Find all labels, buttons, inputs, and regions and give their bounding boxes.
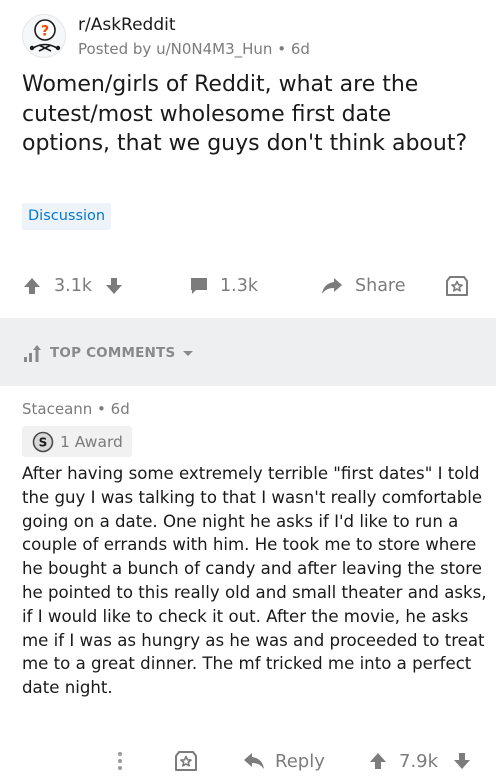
post-header: ? r/AskReddit Posted by u/N0N4M3_Hun • 6…	[22, 14, 482, 60]
sort-label: TOP COMMENTS	[50, 345, 176, 361]
svg-text:?: ?	[41, 24, 49, 40]
comment-upvote-button[interactable]	[368, 744, 388, 778]
sort-bars-icon	[24, 345, 41, 362]
comments-sort-bar: TOP COMMENTS	[0, 318, 496, 386]
post-flair[interactable]: Discussion	[22, 203, 112, 230]
reply-label[interactable]: Reply	[275, 744, 325, 778]
award-star-icon	[446, 276, 468, 296]
comment-action-bar: Reply 7.9k	[0, 744, 496, 778]
comment-author-meta[interactable]: Staceann • 6d	[22, 400, 130, 418]
award-button[interactable]	[445, 268, 469, 304]
upvote-count: 3.1k	[54, 276, 92, 296]
chevron-down-icon	[183, 351, 194, 356]
sort-dropdown[interactable]: TOP COMMENTS	[22, 342, 195, 364]
reply-arrow-icon	[244, 753, 264, 769]
comment-body: After having some extremely terrible "fi…	[22, 464, 487, 698]
comment-award-button[interactable]	[174, 744, 198, 778]
comment-count[interactable]: 1.3k	[220, 268, 258, 304]
post-action-bar: 3.1k 1.3k Share	[0, 268, 496, 304]
share-label[interactable]: Share	[355, 268, 406, 304]
more-options-button[interactable]	[114, 744, 126, 778]
subreddit-avatar-icon[interactable]: ?	[22, 14, 66, 58]
comment-bubble-icon	[191, 278, 207, 294]
comments-button[interactable]	[188, 268, 210, 304]
more-options-icon	[118, 752, 122, 770]
comment-score: 7.9k	[399, 750, 439, 772]
share-button[interactable]	[320, 268, 344, 304]
downvote-button[interactable]	[104, 268, 124, 304]
upvote-button[interactable]	[22, 268, 42, 304]
silver-award-icon: S	[32, 431, 54, 452]
subreddit-name[interactable]: r/AskReddit	[78, 15, 176, 35]
posted-by[interactable]: Posted by u/N0N4M3_Hun • 6d	[78, 40, 310, 58]
reply-button[interactable]	[242, 744, 266, 778]
upvote-arrow-icon	[24, 278, 40, 294]
downvote-arrow-icon	[106, 278, 122, 294]
svg-text:S: S	[39, 435, 48, 449]
share-arrow-icon	[322, 278, 342, 294]
comment-award-badge[interactable]: S 1 Award	[22, 426, 132, 457]
upvote-arrow-icon	[370, 753, 386, 769]
downvote-arrow-icon	[454, 753, 470, 769]
award-count: 1 Award	[60, 432, 123, 451]
post-title[interactable]: Women/girls of Reddit, what are the cute…	[22, 70, 477, 159]
comment-downvote-button[interactable]	[452, 744, 472, 778]
award-star-icon	[175, 751, 197, 771]
